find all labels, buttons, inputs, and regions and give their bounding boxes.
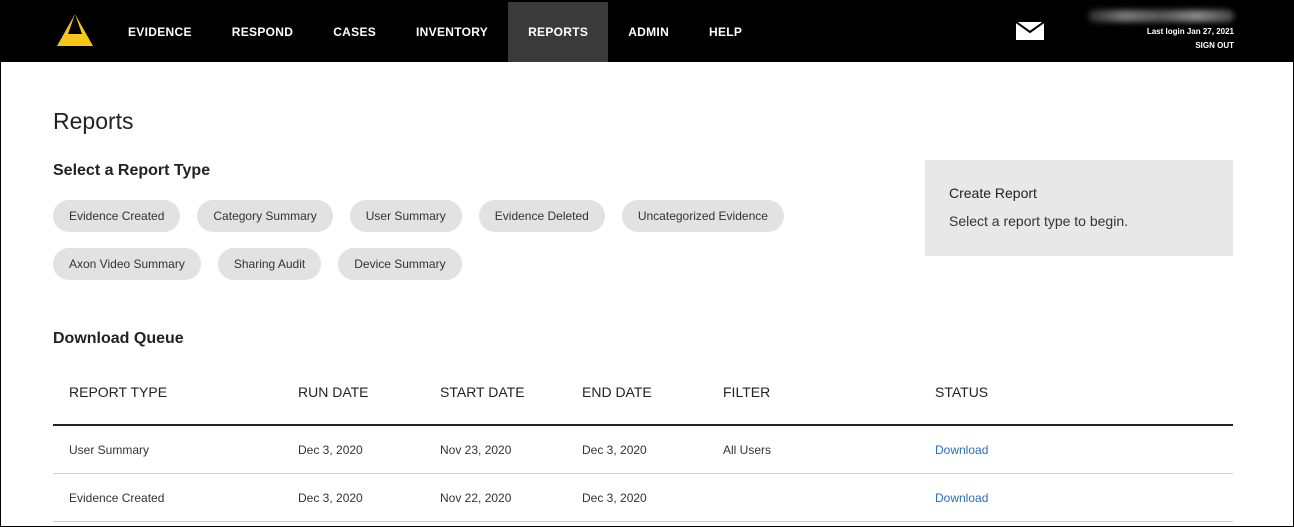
nav-respond[interactable]: RESPOND [212,2,313,62]
cell-run-date: Dec 3, 2020 [298,443,363,457]
nav-inventory[interactable]: INVENTORY [396,2,508,62]
nav-evidence[interactable]: EVIDENCE [108,2,212,62]
chip-axon-video-summary[interactable]: Axon Video Summary [53,248,201,280]
page-title: Reports [53,108,134,134]
report-type-row-2: Axon Video Summary Sharing Audit Device … [53,248,462,280]
nav-reports[interactable]: REPORTS [508,2,609,62]
report-type-heading: Select a Report Type [53,162,211,179]
cell-filter: All Users [723,443,772,457]
cell-end-date: Dec 3, 2020 [582,491,647,505]
download-queue-table: REPORT TYPE RUN DATE START DATE END DATE… [53,362,1233,522]
create-report-hint: Select a report type to begin. [949,213,1128,229]
table-header: REPORT TYPE RUN DATE START DATE END DATE… [53,362,1233,426]
last-login-text: Last login Jan 27, 2021 [1146,27,1234,36]
download-queue-heading: Download Queue [53,330,184,347]
blurred-username [1088,10,1234,22]
cell-end-date: Dec 3, 2020 [582,443,647,457]
column-report-type[interactable]: REPORT TYPE [69,384,167,400]
download-link[interactable]: Download [935,491,988,505]
nav-help[interactable]: HELP [689,2,762,62]
table-row: Evidence Created Dec 3, 2020 Nov 22, 202… [53,474,1233,522]
main-nav: EVIDENCE RESPOND CASES INVENTORY REPORTS… [108,2,762,62]
column-filter[interactable]: FILTER [723,384,770,400]
report-type-row-1: Evidence Created Category Summary User S… [53,200,784,232]
sign-out-link[interactable]: SIGN OUT [1195,41,1234,50]
cell-start-date: Nov 23, 2020 [440,443,512,457]
cell-start-date: Nov 22, 2020 [440,491,512,505]
nav-cases[interactable]: CASES [313,2,396,62]
chip-uncategorized-evidence[interactable]: Uncategorized Evidence [621,200,784,232]
chip-category-summary[interactable]: Category Summary [197,200,333,232]
chip-user-summary[interactable]: User Summary [349,200,462,232]
create-report-title: Create Report [949,185,1037,201]
column-end-date[interactable]: END DATE [582,384,652,400]
chip-sharing-audit[interactable]: Sharing Audit [217,248,322,280]
column-run-date[interactable]: RUN DATE [298,384,369,400]
chip-device-summary[interactable]: Device Summary [338,248,462,280]
column-start-date[interactable]: START DATE [440,384,525,400]
chip-evidence-created[interactable]: Evidence Created [53,200,181,232]
table-row: User Summary Dec 3, 2020 Nov 23, 2020 De… [53,426,1233,474]
top-navigation-bar: EVIDENCE RESPOND CASES INVENTORY REPORTS… [0,0,1294,62]
envelope-icon[interactable] [1016,22,1044,40]
cell-report-type: User Summary [69,443,150,457]
column-status[interactable]: STATUS [935,384,988,400]
download-link[interactable]: Download [935,443,988,457]
cell-report-type: Evidence Created [69,491,165,505]
create-report-panel: Create Report Select a report type to be… [925,160,1233,256]
nav-admin[interactable]: ADMIN [608,2,689,62]
axon-logo-icon[interactable] [55,12,95,48]
cell-run-date: Dec 3, 2020 [298,491,363,505]
chip-evidence-deleted[interactable]: Evidence Deleted [478,200,605,232]
